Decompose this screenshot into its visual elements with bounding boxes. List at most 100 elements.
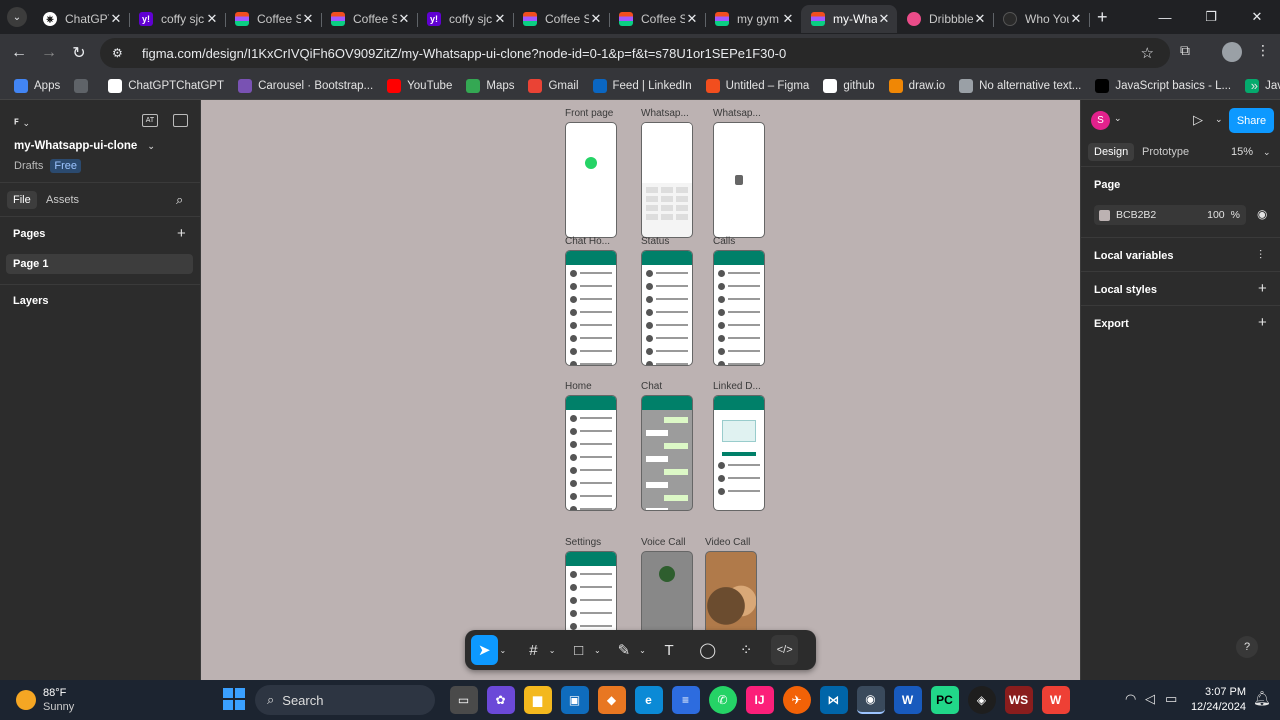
file-name[interactable]: my-Whatsapp-ui-clone ⌄ <box>14 140 155 152</box>
chevron-down-icon[interactable]: ⌄ <box>549 646 556 655</box>
page-item[interactable]: Page 1 <box>6 254 193 274</box>
close-tab-icon[interactable]: ✕ <box>493 11 507 27</box>
add-style-icon[interactable]: + <box>1258 280 1267 297</box>
close-tab-icon[interactable]: ✕ <box>781 11 795 27</box>
bookmark-item[interactable]: Maps <box>466 78 514 93</box>
browser-tab[interactable]: ⎈ ChatGPT✕ <box>33 5 130 33</box>
bookmark-item[interactable]: YouTube <box>387 78 452 93</box>
notepad-icon[interactable]: ≡ <box>671 686 700 714</box>
tab-file[interactable]: File <box>7 191 37 209</box>
bookmark-star-icon[interactable]: ☆ <box>1141 44 1154 62</box>
vscode-icon[interactable]: ⋈ <box>819 686 848 714</box>
frame-label[interactable]: Chat Ho... <box>565 236 610 247</box>
frame-label[interactable]: Chat <box>641 381 662 392</box>
pycharm-icon[interactable]: PC <box>930 686 959 714</box>
wps-icon[interactable]: W <box>1041 686 1070 714</box>
site-info-icon[interactable]: ⚙ <box>112 46 130 60</box>
copilot-icon[interactable]: ✿ <box>486 686 515 714</box>
frame-label[interactable]: Video Call <box>705 537 750 548</box>
browser-tab[interactable]: Dribbble ✕ <box>897 5 994 33</box>
close-tab-icon[interactable]: ✕ <box>877 11 891 27</box>
clock-time[interactable]: 3:07 PM <box>1200 686 1246 698</box>
frame-label[interactable]: Settings <box>565 537 601 548</box>
frame-label[interactable]: Whatsap... <box>641 108 689 119</box>
postman-icon[interactable]: ✈ <box>782 686 811 714</box>
address-bar[interactable]: ⚙ figma.com/design/I1KxCrIVQiFh6OV909Zit… <box>100 38 1170 68</box>
pen-tool-icon[interactable]: ✎ <box>611 635 638 665</box>
drafts-label[interactable]: Drafts <box>14 160 43 172</box>
frame-label[interactable]: Voice Call <box>641 537 685 548</box>
volume-icon[interactable]: ◁ <box>1145 691 1155 707</box>
minimize-button[interactable]: — <box>1142 0 1188 34</box>
close-tab-icon[interactable]: ✕ <box>973 11 987 27</box>
store-icon[interactable]: ▣ <box>560 686 589 714</box>
phone-frame[interactable] <box>641 395 693 511</box>
browser-tab[interactable]: y! coffy sjc ✕ <box>129 5 226 33</box>
intellij-icon[interactable]: IJ <box>745 686 774 714</box>
extensions-icon[interactable]: ⧉ <box>1180 42 1190 59</box>
phone-frame[interactable] <box>713 395 765 511</box>
present-icon[interactable]: ▷ <box>1193 112 1203 128</box>
actions-tool-icon[interactable]: ⁘ <box>733 635 760 665</box>
app-icon[interactable]: ◈ <box>967 686 996 714</box>
export-label[interactable]: Export <box>1094 318 1129 330</box>
bookmark-item[interactable]: github <box>823 78 875 93</box>
browser-tab[interactable]: my-Wha ✕ <box>801 5 897 33</box>
close-tab-icon[interactable]: ✕ <box>205 11 219 27</box>
word-icon[interactable]: W <box>893 686 922 714</box>
phone-frame[interactable] <box>713 122 765 238</box>
design-canvas[interactable]: Front page Whatsap... Whatsap... Chat Ho...… <box>201 100 1080 680</box>
app-icon[interactable]: ◆ <box>597 686 626 714</box>
bookmark-item[interactable]: No alternative text... <box>959 78 1081 93</box>
comment-tool-icon[interactable]: ◯ <box>694 635 721 665</box>
bookmark-item[interactable]: Feed | LinkedIn <box>592 78 692 93</box>
browser-tab[interactable]: Coffee S ✕ <box>321 5 418 33</box>
local-styles-label[interactable]: Local styles <box>1094 284 1157 296</box>
menu-icon[interactable]: ⋮ <box>1256 42 1270 59</box>
notification-bell-icon[interactable]: 🔔︎ <box>1253 690 1271 707</box>
adjust-icon[interactable]: ⫶ <box>1259 248 1262 263</box>
add-page-icon[interactable]: + <box>177 225 186 242</box>
browser-tab[interactable]: Coffee S ✕ <box>513 5 610 33</box>
share-button[interactable]: Share <box>1229 108 1274 133</box>
eye-icon[interactable]: ◉ <box>1257 207 1267 221</box>
browser-tab[interactable]: Who You ✕ <box>993 5 1090 33</box>
add-export-icon[interactable]: + <box>1258 314 1267 331</box>
close-window-button[interactable]: ✕ <box>1234 0 1280 34</box>
whatsapp-icon[interactable]: ✆ <box>708 686 737 714</box>
frame-label[interactable]: Home <box>565 381 592 392</box>
taskbar-search[interactable]: ⌕ Search <box>255 685 435 715</box>
fill-hex-value[interactable]: BCB2B2 <box>1116 209 1156 221</box>
phone-frame[interactable] <box>641 250 693 366</box>
ui3-toggle-icon[interactable]: AT <box>142 114 158 127</box>
chrome-icon[interactable]: ◉ <box>856 686 885 714</box>
bookmark-item[interactable]: ChatGPTChatGPT <box>108 78 224 93</box>
close-tab-icon[interactable]: ✕ <box>589 11 603 27</box>
fill-color-swatch[interactable] <box>1099 209 1110 221</box>
help-button[interactable]: ? <box>1236 636 1258 658</box>
phone-frame[interactable] <box>565 395 617 511</box>
tab-search-dropdown-icon[interactable]: ⌄ <box>7 7 27 27</box>
back-button[interactable]: ← <box>4 44 34 62</box>
frame-label[interactable]: Status <box>641 236 669 247</box>
browser-tab[interactable]: my gym ✕ <box>705 5 802 33</box>
frame-label[interactable]: Linked D... <box>713 381 761 392</box>
close-tab-icon[interactable]: ✕ <box>397 11 411 27</box>
wifi-icon[interactable]: ◠ <box>1125 691 1136 707</box>
bookmark-item[interactable]: Gmail <box>528 78 579 93</box>
bookmark-item[interactable] <box>74 78 94 93</box>
user-avatar[interactable]: S <box>1091 111 1110 130</box>
figma-main-menu[interactable]: ꟳ ⌄ <box>14 114 30 132</box>
bookmark-item[interactable]: draw.io <box>888 78 945 93</box>
browser-tab[interactable]: Coffee S ✕ <box>225 5 322 33</box>
close-tab-icon[interactable]: ✕ <box>685 11 699 27</box>
bookmark-item[interactable]: JavaScript basics - L... <box>1095 78 1231 93</box>
phone-frame[interactable] <box>565 122 617 238</box>
chevron-down-icon[interactable]: ⌄ <box>1114 113 1122 124</box>
bookmark-item[interactable]: Apps <box>14 78 60 93</box>
chevron-down-icon[interactable]: ⌄ <box>639 646 646 655</box>
bookmark-item[interactable]: Untitled – Figma <box>705 78 809 93</box>
close-tab-icon[interactable]: ✕ <box>301 11 315 27</box>
forward-button[interactable]: → <box>34 44 64 62</box>
close-tab-icon[interactable]: ✕ <box>109 11 123 27</box>
